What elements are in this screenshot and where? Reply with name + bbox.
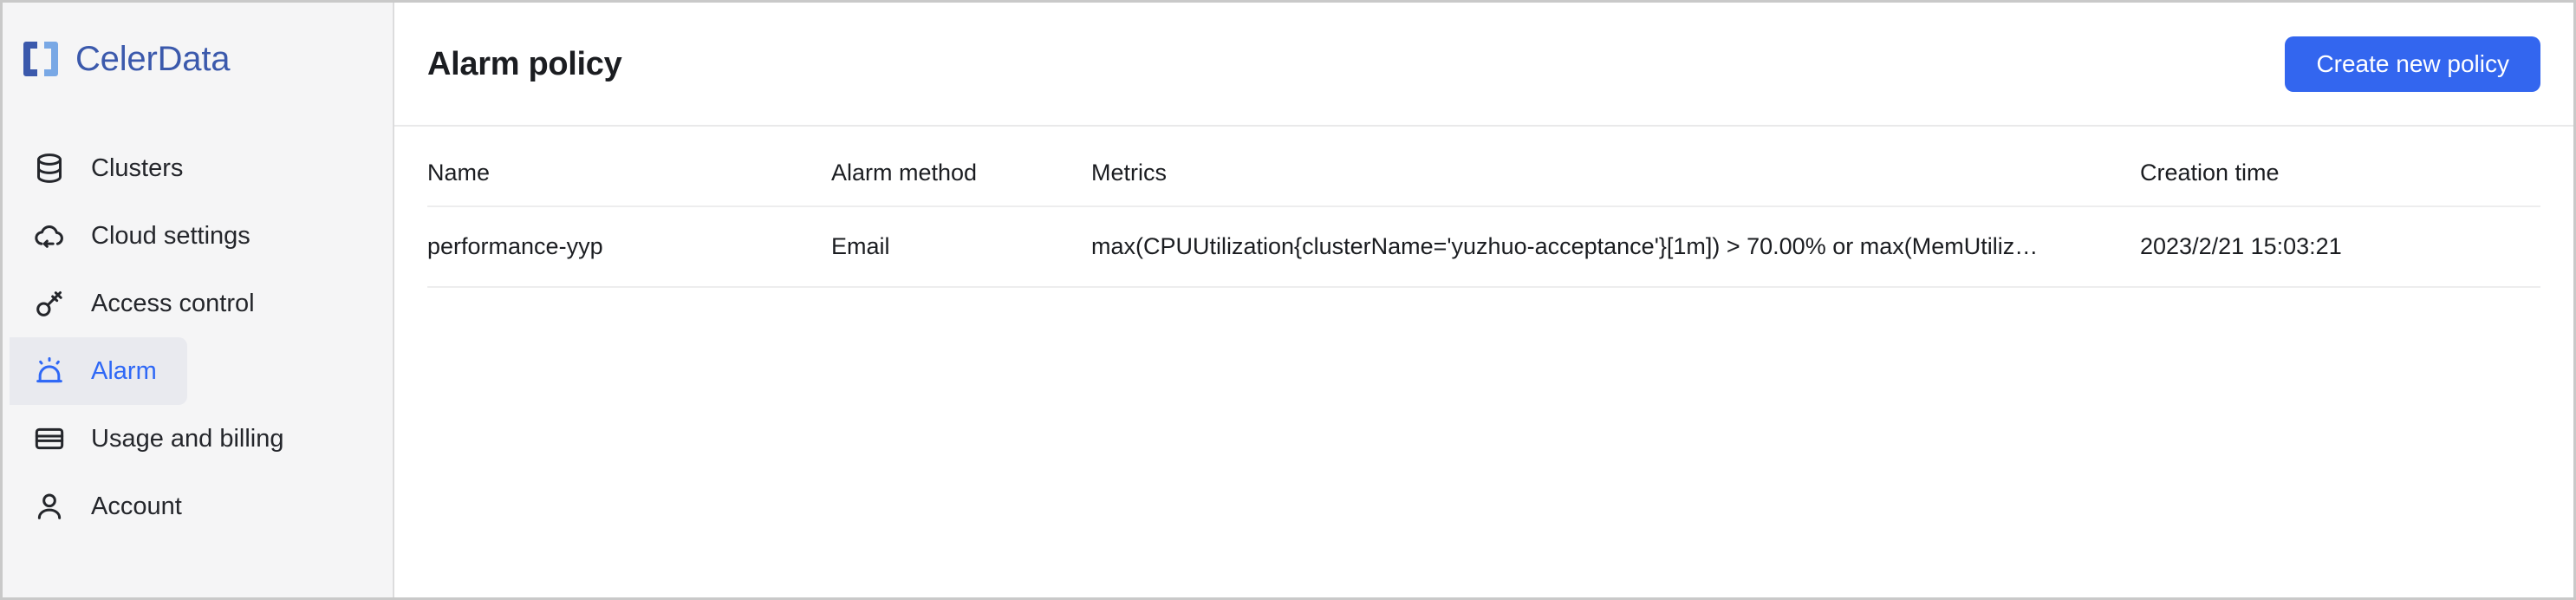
sidebar-item-access-control[interactable]: Access control: [10, 270, 393, 337]
sidebar-item-label: Account: [91, 492, 182, 520]
key-icon: [30, 284, 68, 323]
page-title: Alarm policy: [427, 45, 622, 82]
credit-card-icon: [30, 420, 68, 458]
sidebar-item-cloud-settings[interactable]: Cloud settings: [10, 202, 393, 270]
table-head: Name Alarm method Metrics Creation time: [427, 160, 2540, 207]
create-new-policy-button[interactable]: Create new policy: [2285, 36, 2540, 92]
sidebar-item-account[interactable]: Account: [10, 473, 393, 540]
column-header-alarm-method[interactable]: Alarm method: [831, 160, 1091, 207]
sidebar-item-label: Access control: [91, 289, 255, 317]
main-content: Alarm policy Create new policy Name Alar…: [394, 3, 2573, 597]
sidebar-item-label: Clusters: [91, 153, 184, 182]
cell-metrics-text: max(CPUUtilization{clusterName='yuzhuo-a…: [1091, 233, 2039, 259]
cell-name: performance-yyp: [427, 206, 831, 288]
sidebar: CelerData Clusters Cloud settings Access…: [3, 3, 394, 597]
user-icon: [30, 487, 68, 525]
cell-alarm-method: Email: [831, 206, 1091, 288]
table-row[interactable]: performance-yyp Email max(CPUUtilization…: [427, 206, 2540, 288]
database-icon: [30, 149, 68, 187]
cloud-sync-icon: [30, 217, 68, 255]
column-header-metrics[interactable]: Metrics: [1091, 160, 2140, 207]
content-area: Name Alarm method Metrics Creation time …: [394, 127, 2573, 597]
sidebar-item-clusters[interactable]: Clusters: [10, 134, 393, 202]
cell-creation-time: 2023/2/21 15:03:21: [2140, 206, 2540, 288]
sidebar-item-alarm[interactable]: Alarm: [10, 337, 187, 405]
alarm-siren-icon: [30, 352, 68, 390]
sidebar-item-usage-and-billing[interactable]: Usage and billing: [10, 405, 393, 473]
sidebar-item-label: Cloud settings: [91, 221, 250, 250]
application-window: CelerData Clusters Cloud settings Access…: [0, 0, 2576, 600]
sidebar-item-label: Usage and billing: [91, 424, 284, 453]
brand-name: CelerData: [75, 40, 231, 78]
table-body: performance-yyp Email max(CPUUtilization…: [427, 206, 2540, 288]
column-header-creation-time[interactable]: Creation time: [2140, 160, 2540, 207]
table-header-row: Name Alarm method Metrics Creation time: [427, 160, 2540, 207]
alarm-policy-table: Name Alarm method Metrics Creation time …: [427, 160, 2540, 288]
sidebar-item-label: Alarm: [91, 356, 157, 385]
celerdata-bracket-logo-icon: [20, 38, 62, 80]
cell-metrics: max(CPUUtilization{clusterName='yuzhuo-a…: [1091, 206, 2140, 288]
sidebar-nav: Clusters Cloud settings Access control A…: [3, 115, 393, 540]
column-header-name[interactable]: Name: [427, 160, 831, 207]
brand-logo[interactable]: CelerData: [3, 3, 393, 115]
page-header: Alarm policy Create new policy: [394, 3, 2573, 127]
